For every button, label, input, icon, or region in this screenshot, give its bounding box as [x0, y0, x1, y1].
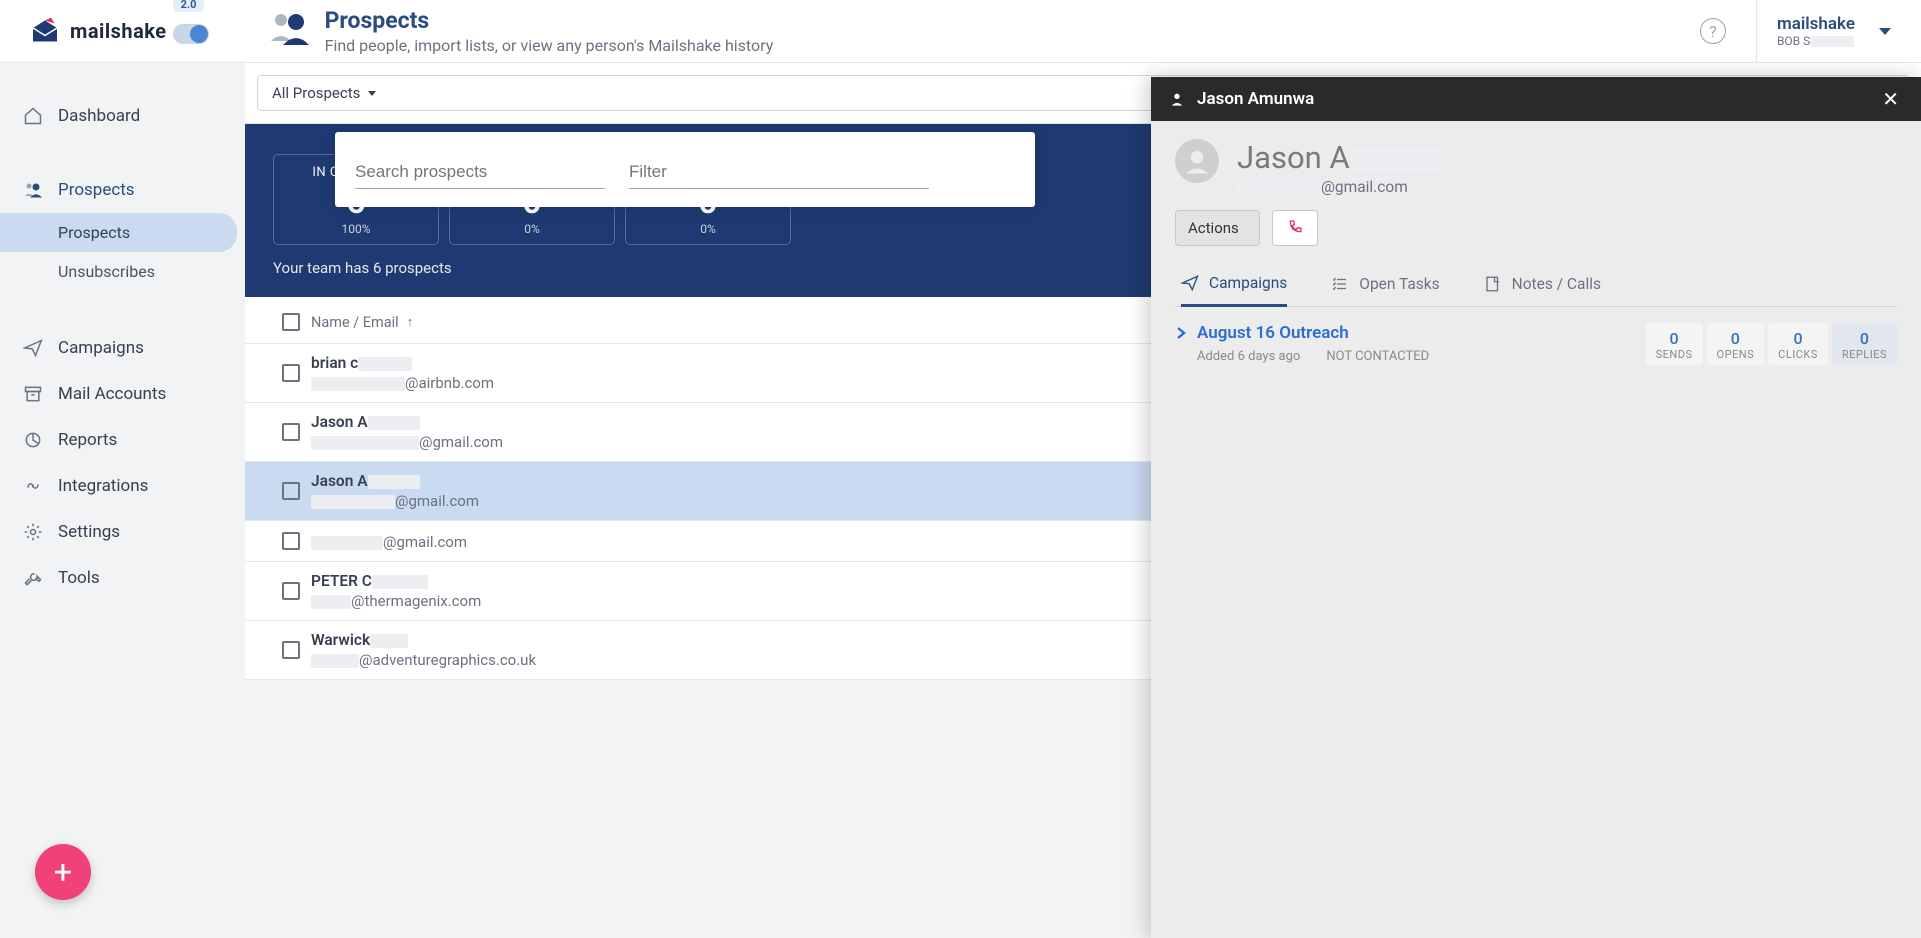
call-button[interactable]: [1272, 210, 1318, 246]
row-checkbox[interactable]: [271, 364, 311, 382]
plug-icon: [22, 475, 44, 497]
account-user: BOB S: [1777, 34, 1855, 48]
sidebar-item-label: Campaigns: [58, 338, 144, 358]
avatar: [1175, 139, 1219, 183]
prospects-icon: [265, 11, 309, 47]
sidebar-item-label: Settings: [58, 522, 120, 542]
close-icon[interactable]: ✕: [1878, 89, 1903, 109]
add-button[interactable]: +: [35, 844, 91, 900]
sidebar-item-mail-accounts[interactable]: Mail Accounts: [0, 371, 245, 417]
filter-input[interactable]: [629, 156, 929, 189]
select-all-checkbox[interactable]: [271, 313, 311, 331]
campaign-name: August 16 Outreach: [1197, 323, 1429, 343]
logo-icon: [30, 18, 60, 44]
chevron-down-icon: [368, 91, 376, 96]
campaign-list-item[interactable]: August 16 Outreach Added 6 days ago NOT …: [1175, 307, 1897, 365]
page-title: Prospects: [325, 7, 774, 34]
list-icon: [1331, 275, 1349, 293]
panel-title: Jason Amunwa: [1197, 89, 1866, 109]
app-header: mailshake 2.0 Prospects Find people, imp…: [0, 0, 1921, 63]
version-badge: 2.0: [173, 0, 205, 12]
prospect-name: Jason A: [1237, 139, 1442, 176]
sidebar-item-reports[interactable]: Reports: [0, 417, 245, 463]
chevron-down-icon: [1879, 28, 1891, 35]
search-input[interactable]: [355, 156, 605, 189]
note-icon: [1484, 275, 1502, 293]
sidebar-item-campaigns[interactable]: Campaigns: [0, 325, 245, 371]
profile-header: Jason A @gmail.com: [1175, 139, 1897, 196]
send-icon: [22, 337, 44, 359]
people-icon: [22, 179, 44, 201]
sidebar-item-dashboard[interactable]: Dashboard: [0, 93, 245, 139]
metric-sends[interactable]: 0SENDS: [1646, 323, 1703, 365]
send-icon: [1181, 274, 1199, 292]
help-icon[interactable]: ?: [1700, 18, 1726, 44]
archive-icon: [22, 383, 44, 405]
search-filter-card: [335, 132, 1035, 207]
sidebar-item-integrations[interactable]: Integrations: [0, 463, 245, 509]
sidebar-item-tools[interactable]: Tools: [0, 555, 245, 601]
row-checkbox[interactable]: [271, 482, 311, 500]
prospect-detail-panel: Jason Amunwa ✕ Jason A @gmail.com: [1151, 77, 1921, 938]
sidebar-item-label: Tools: [58, 568, 100, 588]
user-icon: [1169, 91, 1185, 107]
sidebar-item-prospects[interactable]: Prospects: [0, 167, 245, 213]
phone-icon: [1287, 219, 1303, 235]
sidebar-item-label: Reports: [58, 430, 117, 450]
tab-notes-calls[interactable]: Notes / Calls: [1484, 274, 1601, 306]
sidebar-item-label: Mail Accounts: [58, 384, 166, 404]
plus-icon: +: [54, 853, 72, 891]
chevron-right-icon: [1175, 326, 1187, 340]
sidebar-sub-prospects[interactable]: Prospects: [0, 213, 237, 252]
tab-campaigns[interactable]: Campaigns: [1181, 274, 1287, 307]
wrench-icon: [22, 567, 44, 589]
logo[interactable]: mailshake 2.0: [30, 18, 209, 44]
account-brand: mailshake: [1777, 14, 1855, 34]
row-checkbox[interactable]: [271, 532, 311, 550]
logo-text: mailshake: [70, 19, 167, 43]
account-menu[interactable]: mailshake BOB S: [1756, 0, 1921, 62]
sidebar-item-label: Dashboard: [58, 106, 140, 126]
prospect-email: @gmail.com: [1237, 178, 1442, 196]
sidebar-item-label: Prospects: [58, 180, 135, 200]
tab-open-tasks[interactable]: Open Tasks: [1331, 274, 1439, 306]
metric-opens[interactable]: 0OPENS: [1707, 323, 1765, 365]
sidebar: Dashboard Prospects Prospects Unsubscrib…: [0, 63, 245, 938]
metric-clicks[interactable]: 0CLICKS: [1768, 323, 1828, 365]
page-subtitle: Find people, import lists, or view any p…: [325, 36, 774, 55]
sidebar-item-label: Integrations: [58, 476, 148, 496]
row-checkbox[interactable]: [271, 582, 311, 600]
reports-icon: [22, 429, 44, 451]
campaign-meta: Added 6 days ago NOT CONTACTED: [1197, 349, 1429, 364]
sidebar-sub-unsubscribes[interactable]: Unsubscribes: [0, 252, 245, 291]
gear-icon: [22, 521, 44, 543]
metric-replies[interactable]: 0REPLIES: [1832, 323, 1897, 365]
version-toggle[interactable]: [173, 24, 209, 44]
panel-header: Jason Amunwa ✕: [1151, 77, 1921, 121]
sidebar-item-settings[interactable]: Settings: [0, 509, 245, 555]
sort-asc-icon: ↑: [407, 314, 414, 330]
panel-tabs: Campaigns Open Tasks Notes / Calls: [1175, 274, 1897, 307]
row-checkbox[interactable]: [271, 641, 311, 659]
page-title-block: Prospects Find people, import lists, or …: [265, 7, 774, 55]
actions-menu-button[interactable]: Actions: [1175, 210, 1260, 246]
home-icon: [22, 105, 44, 127]
row-checkbox[interactable]: [271, 423, 311, 441]
